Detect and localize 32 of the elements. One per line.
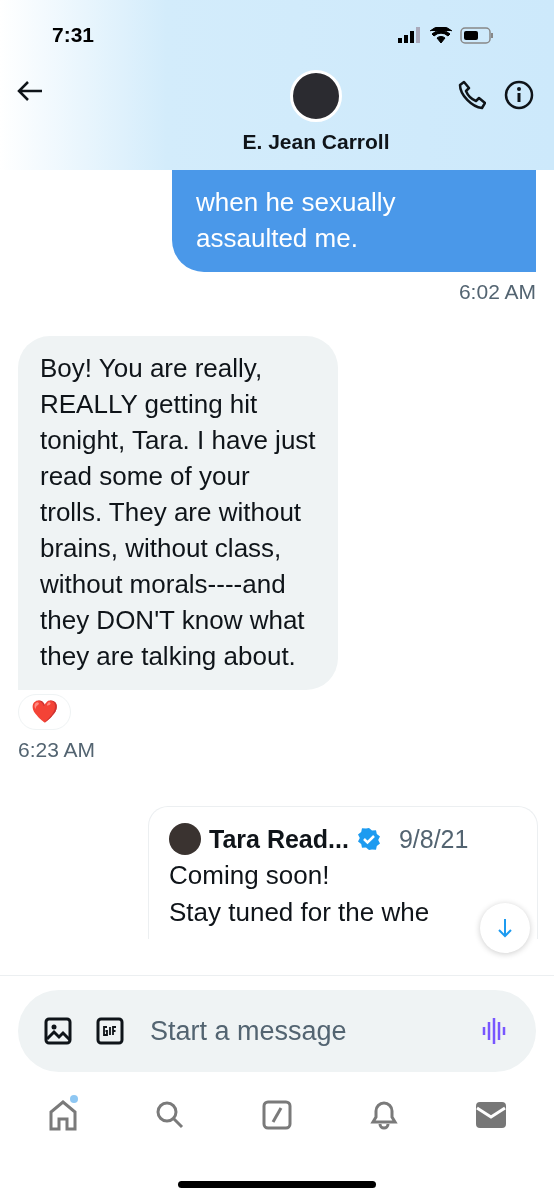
info-icon — [504, 80, 534, 110]
status-time: 7:31 — [52, 23, 95, 47]
mail-icon — [476, 1102, 506, 1128]
signal-icon — [398, 27, 422, 43]
voice-wave-icon[interactable] — [482, 1017, 508, 1045]
gif-icon[interactable] — [96, 1017, 124, 1045]
info-button[interactable] — [504, 80, 534, 110]
search-icon — [155, 1100, 185, 1130]
back-button[interactable] — [16, 80, 44, 102]
message-time: 6:02 AM — [458, 280, 536, 304]
author-name: Tara Read... — [209, 824, 349, 854]
sent-message: when he sexually assaulted me. — [172, 170, 536, 272]
image-icon[interactable] — [44, 1017, 72, 1045]
home-icon — [48, 1099, 78, 1131]
post-date: 9/8/21 — [398, 824, 469, 854]
author-avatar-placeholder — [169, 823, 201, 855]
phone-icon — [458, 80, 486, 110]
phone-button[interactable] — [458, 80, 486, 110]
message-time: 6:23 AM — [18, 738, 96, 762]
compose-icon — [262, 1100, 292, 1130]
avatar-photo-placeholder[interactable] — [290, 70, 342, 122]
bell-icon — [370, 1100, 398, 1130]
arrow-down-icon — [497, 918, 513, 938]
wifi-icon — [430, 27, 452, 43]
battery-icon — [460, 26, 494, 44]
scroll-down-button[interactable] — [480, 903, 530, 953]
post-text: Coming soon! Stay tuned for the whe — [169, 859, 430, 929]
message-input[interactable]: Start a message — [148, 1014, 458, 1048]
back-arrow-icon — [16, 80, 44, 102]
received-message: Boy! You are really, REALLY getting hit tonight, Tara. I have just read some of your trolls. They are without brains, without class, without morals----and they DON'T know what they are talking about. — [18, 336, 338, 690]
contact-name: E. Jean Carroll — [242, 130, 390, 154]
notification-dot — [70, 1095, 78, 1103]
